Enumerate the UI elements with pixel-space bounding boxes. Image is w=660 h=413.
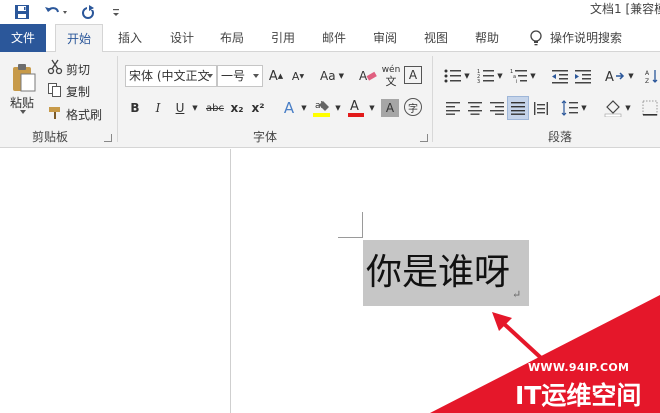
grow-font-icon[interactable]: A ▲ (268, 66, 284, 86)
cut-icon[interactable] (47, 59, 63, 75)
redo-icon[interactable] (78, 2, 98, 22)
ribbon-home: 粘贴 剪切 复制 格式刷 剪贴板 宋体 (中文正文 一号 A ▲ A ▼ Aa ▼ A… (0, 52, 660, 148)
clear-formatting-icon[interactable]: A (358, 66, 378, 86)
svg-text:Z: Z (645, 78, 649, 84)
highlight-icon[interactable]: ab (312, 96, 332, 120)
paste-icon[interactable] (8, 60, 40, 96)
chevron-down-icon[interactable]: ▼ (580, 97, 588, 119)
save-icon[interactable] (12, 2, 32, 22)
chevron-down-icon[interactable] (253, 74, 259, 78)
chevron-down-icon[interactable] (207, 74, 213, 78)
align-left-icon[interactable] (443, 97, 463, 119)
tell-me-search[interactable]: 操作说明搜索 (550, 24, 630, 52)
font-name-box[interactable]: 宋体 (中文正文 (125, 65, 217, 87)
document-text: 你是谁呀 (366, 252, 511, 293)
distributed-icon[interactable] (531, 97, 551, 119)
tab-file[interactable]: 文件 (0, 24, 46, 52)
font-color-icon[interactable]: A (346, 96, 366, 120)
line-spacing-icon[interactable] (560, 97, 580, 119)
svg-text:i: i (516, 79, 517, 84)
numbering-icon[interactable]: 123 (476, 65, 496, 87)
chevron-down-icon[interactable]: ▼ (368, 98, 376, 118)
svg-text:A: A (359, 69, 368, 83)
ribbon-tabs: 文件 开始 插入 设计 布局 引用 邮件 审阅 视图 帮助 操作说明搜索 (0, 24, 660, 53)
group-divider (432, 56, 433, 142)
character-shading-button[interactable]: A (381, 99, 399, 117)
chevron-down-icon[interactable]: ▼ (529, 65, 537, 87)
watermark-url: WWW.94IP.COM (528, 361, 630, 374)
underline-dropdown-icon[interactable]: ▼ (190, 98, 200, 118)
phonetic-guide-button[interactable]: wén 文 (380, 64, 402, 88)
character-border-icon[interactable]: A (404, 66, 422, 84)
tab-help[interactable]: 帮助 (467, 24, 507, 52)
decrease-indent-icon[interactable] (550, 65, 570, 87)
clipboard-launcher-icon[interactable] (104, 134, 112, 142)
title-bar: 文档1 [兼容模式] (0, 0, 660, 24)
chevron-down-icon[interactable]: ▼ (463, 65, 471, 87)
tab-insert[interactable]: 插入 (110, 24, 150, 52)
borders-icon[interactable] (641, 97, 659, 119)
superscript-button[interactable]: x² (249, 98, 267, 118)
bold-button[interactable]: B (127, 98, 143, 118)
shrink-font-icon[interactable]: A ▼ (290, 66, 306, 86)
tab-home[interactable]: 开始 (55, 24, 103, 53)
navigation-pane (0, 149, 231, 413)
increase-indent-icon[interactable] (573, 65, 593, 87)
font-launcher-icon[interactable] (420, 134, 428, 142)
bullets-icon[interactable] (443, 65, 463, 87)
clipboard-group-label: 剪贴板 (31, 130, 68, 144)
svg-text:A: A (350, 99, 359, 114)
svg-text:A: A (605, 70, 614, 84)
italic-button[interactable]: I (150, 98, 166, 118)
undo-icon[interactable] (42, 2, 72, 22)
sort-icon[interactable]: AZ (644, 65, 660, 87)
margin-corner-mark (338, 237, 363, 238)
chevron-down-icon[interactable]: ▼ (624, 97, 632, 119)
cut-button[interactable]: 剪切 (66, 61, 90, 78)
format-painter-button[interactable]: 格式刷 (66, 106, 102, 123)
text-effects-button[interactable]: A (280, 97, 298, 119)
customize-icon[interactable] (110, 2, 122, 22)
tab-review[interactable]: 审阅 (365, 24, 405, 52)
chevron-down-icon[interactable]: ▼ (627, 65, 635, 87)
font-size-box[interactable]: 一号 (217, 65, 263, 87)
align-center-icon[interactable] (465, 97, 485, 119)
asian-layout-icon[interactable]: A (604, 65, 626, 87)
tab-layout[interactable]: 布局 (212, 24, 252, 52)
margin-corner-mark (362, 212, 363, 238)
tab-references[interactable]: 引用 (263, 24, 303, 52)
paste-dropdown-icon[interactable] (18, 108, 28, 116)
tab-design[interactable]: 设计 (162, 24, 202, 52)
chevron-down-icon[interactable]: ▼ (496, 65, 504, 87)
font-size-value: 一号 (221, 69, 246, 83)
font-group-label: 字体 (252, 130, 277, 144)
justify-icon[interactable] (507, 96, 529, 120)
shading-icon[interactable] (603, 97, 623, 119)
svg-text:3: 3 (477, 79, 480, 84)
underline-button[interactable]: U (172, 98, 188, 118)
group-divider (117, 56, 118, 142)
enclose-characters-button[interactable]: 字 (404, 98, 422, 116)
document-title: 文档1 [兼容模式] (590, 2, 660, 16)
multilevel-list-icon[interactable]: 1ai (509, 65, 529, 87)
watermark-brand: IT运维空间 (515, 381, 642, 410)
subscript-button[interactable]: x₂ (228, 98, 246, 118)
align-right-icon[interactable] (487, 97, 507, 119)
chevron-down-icon[interactable]: ▼ (300, 98, 308, 118)
svg-text:A: A (645, 70, 650, 77)
copy-icon[interactable] (47, 82, 63, 98)
strikethrough-button[interactable]: abc (204, 98, 226, 118)
tab-mailings[interactable]: 邮件 (314, 24, 354, 52)
chevron-down-icon[interactable]: ▼ (334, 98, 342, 118)
copy-button[interactable]: 复制 (66, 83, 90, 100)
font-name-value: 宋体 (中文正文 (129, 69, 210, 83)
format-painter-icon[interactable] (47, 105, 63, 121)
change-case-button[interactable]: Aa ▼ (316, 65, 348, 87)
tab-view[interactable]: 视图 (416, 24, 456, 52)
lightbulb-icon[interactable] (528, 29, 544, 47)
paragraph-group-label: 段落 (547, 130, 572, 144)
